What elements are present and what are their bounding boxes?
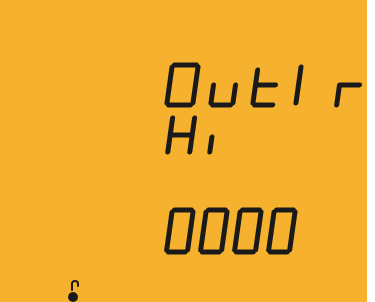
- display-line-1: Out1r: [164, 60, 365, 110]
- unlocked-padlock-icon: [68, 279, 80, 302]
- display-line-2: Hi: [165, 115, 245, 155]
- display-line-3: 0000: [164, 205, 305, 257]
- lcd-screen: Out1r Hi: [0, 0, 367, 302]
